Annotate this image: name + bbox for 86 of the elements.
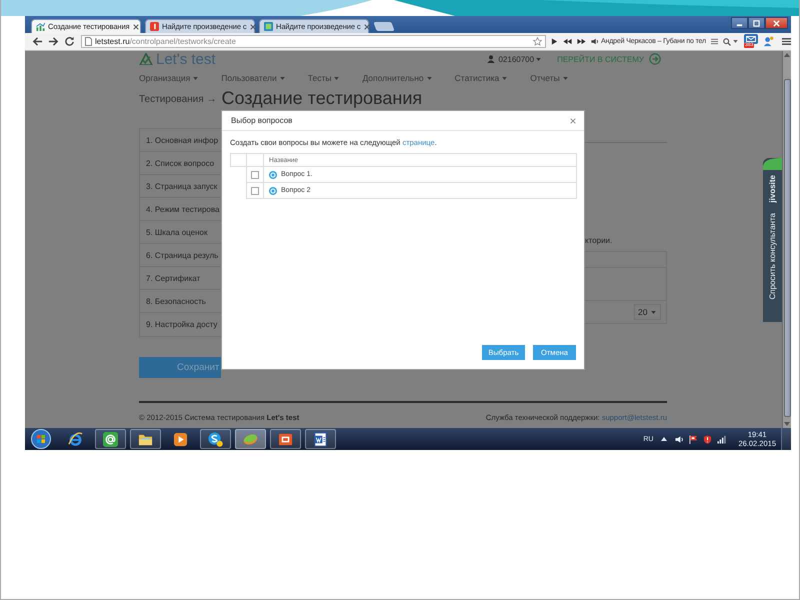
tile-icon [150,22,159,31]
dot-circle-icon [269,170,277,178]
media-player-icon [173,432,188,446]
speaker-icon[interactable] [675,434,684,444]
maximize-icon [753,20,760,26]
checkbox[interactable] [251,186,259,194]
close-button[interactable] [765,17,788,29]
breadcrumb-link[interactable]: Тестирования → [139,94,216,106]
menu-icon[interactable] [782,37,791,46]
save-button[interactable]: Сохранит [139,357,221,378]
rewind-icon[interactable] [562,38,572,45]
close-icon[interactable] [570,118,576,124]
close-icon [773,20,780,26]
back-icon[interactable] [32,36,43,47]
envelope-tile-icon [744,34,758,44]
logo-text: Let's test [156,52,216,66]
square-icon [264,22,273,31]
show-desktop-button[interactable] [781,428,791,450]
caret-icon[interactable] [536,58,542,60]
triangle-check-icon [139,53,153,65]
dot-circle-icon [269,186,277,194]
menu-item[interactable]: Отчеты [530,73,568,83]
dialog-title: Выбор вопросов [231,116,292,125]
bar-chart-icon [36,22,45,31]
page-size-select[interactable]: 20 [634,304,661,320]
chat-widget[interactable]: jivosite Спросить консультанта [763,158,782,322]
person-badge-icon[interactable] [763,36,774,47]
caret-icon [193,76,198,80]
document-icon [313,432,328,446]
star-icon[interactable] [532,37,542,46]
signal-icon[interactable] [717,434,726,444]
menu-item[interactable]: Организация [139,73,198,83]
menu-item[interactable]: Статистика [454,73,508,83]
search-icon[interactable] [723,38,731,46]
flag-icon[interactable] [689,434,698,444]
forward-icon[interactable] [48,36,59,47]
checkbox[interactable] [251,170,259,178]
menu-item[interactable]: Пользователи [221,73,285,83]
caret-icon[interactable] [733,40,738,43]
new-tab-button[interactable] [373,22,395,31]
taskbar-button[interactable] [305,429,336,449]
taskbar-button[interactable] [95,429,126,449]
scrollbar-thumb[interactable] [784,79,790,417]
fast-forward-icon[interactable] [576,38,586,45]
menu-item[interactable]: Дополнительно [362,73,432,83]
messenger-icon [208,432,223,446]
caret-icon [334,76,340,80]
browser-icon [68,432,83,446]
shield-icon[interactable] [703,434,712,444]
at-sign-icon [103,432,118,446]
speaker-icon[interactable] [590,38,599,45]
header-cell [230,153,246,167]
user-id[interactable]: 02160700 [498,54,534,64]
close-icon[interactable] [250,24,256,30]
orb-icon [31,429,51,449]
note-text: ктории. [585,236,612,245]
taskbar-button[interactable] [270,429,301,449]
url-text: letstest.ru/controlpanel/testworks/create [95,37,237,46]
close-icon[interactable] [364,24,370,30]
menu-item[interactable]: Тесты [308,73,340,83]
maximize-button[interactable] [748,17,765,29]
taskbar-button[interactable] [130,429,161,449]
play-icon[interactable] [550,38,558,45]
person-icon [487,55,496,63]
caret-icon [651,310,656,314]
slides-icon [278,432,293,446]
disc-icon [243,432,258,446]
address-field[interactable]: letstest.ru/controlpanel/testworks/create [81,35,546,48]
reload-icon[interactable] [64,36,75,47]
scroll-down-icon[interactable] [784,422,790,426]
taskbar-button[interactable] [200,429,231,449]
caret-icon [426,76,432,80]
step-item[interactable]: 9. Настройка досту [140,313,221,336]
caret-up-icon[interactable] [661,437,668,441]
caret-icon [280,76,285,80]
close-icon[interactable] [132,24,139,30]
scroll-up-icon[interactable] [784,53,790,57]
playlist-icon[interactable] [711,38,718,45]
minimize-button[interactable] [731,17,748,29]
widget-brand: jivosite [768,175,777,203]
caret-icon [562,76,568,80]
leaf-corner-icon [763,158,782,170]
caret-icon [502,76,508,80]
consultant-label: Спросить консультанта [768,212,777,300]
page-title: Создание тестирования [221,88,422,108]
page-icon [85,37,92,46]
